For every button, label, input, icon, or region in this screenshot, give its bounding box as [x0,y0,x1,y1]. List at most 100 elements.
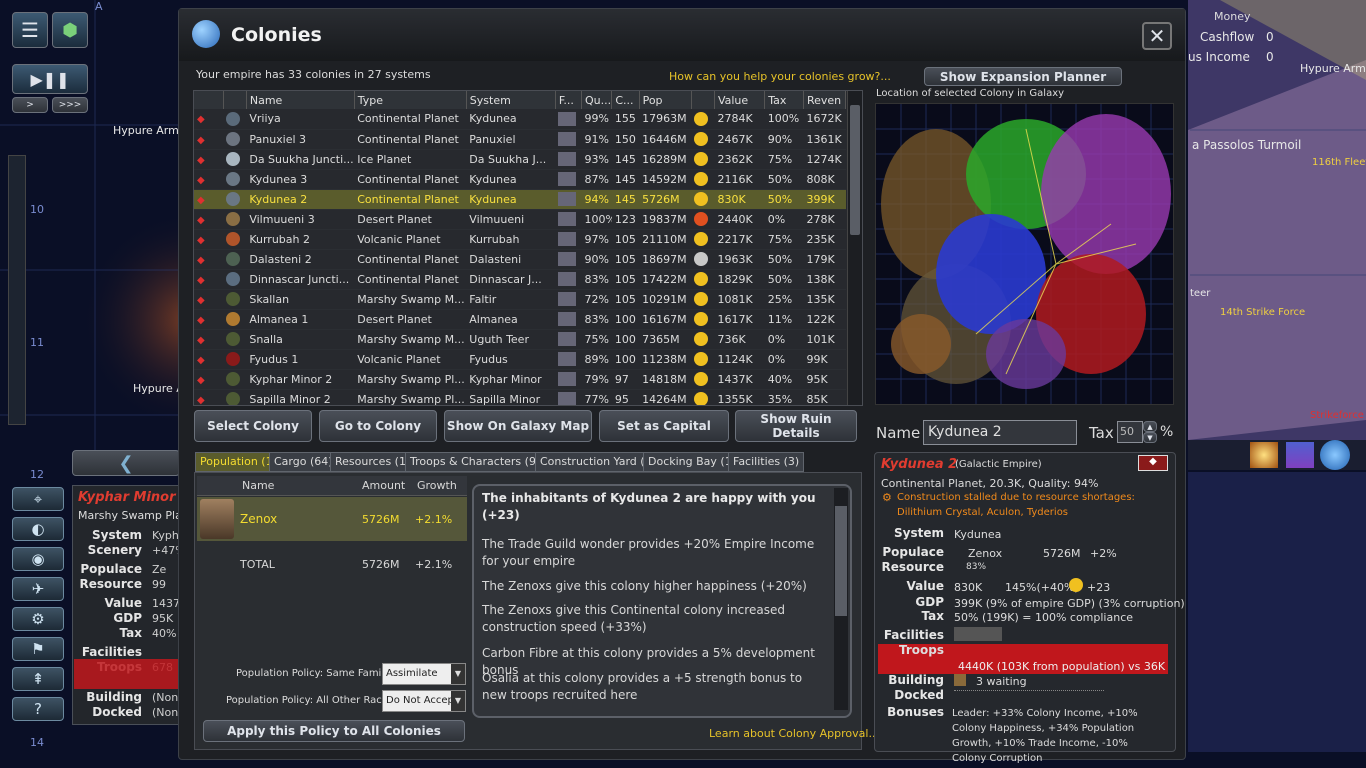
cell-system: Dinnascar J... [466,269,556,290]
column-header[interactable] [691,91,715,109]
help-icon[interactable]: ? [12,697,64,721]
table-row[interactable]: ◆ Da Suukha Juncti... Ice Planet Da Suukha … [194,149,846,170]
column-header[interactable]: Pop [639,91,692,109]
column-header[interactable]: Value [714,91,766,109]
eye-icon[interactable]: ◉ [12,547,64,571]
table-row[interactable]: ◆ Dalasteni 2 Continental Planet Dalasteni 9… [194,249,846,270]
action-button[interactable]: Show On Galaxy Map [444,410,592,442]
close-button[interactable]: ✕ [1142,22,1172,50]
column-header[interactable]: System [466,91,556,109]
cell-pop: 16446M [639,129,692,150]
chevron-down-icon[interactable]: ▼ [451,691,465,711]
nebula-icon[interactable] [1286,442,1314,468]
cell-system: Dalasteni [466,249,556,270]
column-header[interactable]: Tax [764,91,804,109]
facilities-icons[interactable] [954,627,1002,641]
resource-value[interactable]: 83% [966,562,986,572]
tab[interactable]: Resources (1) [330,452,416,472]
column-header[interactable]: Type [354,91,467,109]
tab[interactable]: Troops & Characters (97) [405,452,553,472]
map-label[interactable]: Hypure Arm [1300,62,1366,75]
tax-down-button[interactable]: ▼ [1143,432,1157,443]
mini-toolbar[interactable] [8,155,26,425]
map-label[interactable]: Hypure A [133,382,184,395]
map-label[interactable]: teer [1190,288,1210,299]
table-row[interactable]: ◆ Skallan Marshy Swamp M... Faltir 72% 105 102… [194,289,846,310]
action-button[interactable]: Show Ruin Details [735,410,857,442]
expansion-planner-button[interactable]: Show Expansion Planner [924,67,1122,86]
policy-same-select[interactable]: Assimilate ▼ [382,663,466,685]
troops-icon[interactable]: ⇞ [12,667,64,691]
happiness-scrollbar[interactable] [834,488,848,710]
learn-approval-link[interactable]: Learn about Colony Approval... [709,727,879,740]
action-button[interactable]: Go to Colony [319,410,437,442]
table-row[interactable]: ◆ Vriiya Continental Planet Kydunea 99% 155 17… [194,109,846,130]
docked-ships[interactable] [954,690,1104,700]
collapse-left-button[interactable]: ❮ [72,450,180,476]
galaxy-minimap[interactable] [875,103,1174,405]
play-pause-button[interactable]: ▶❚❚ [12,64,88,94]
table-row[interactable]: ◆ Dinnascar Juncti... Continental Planet Di… [194,269,846,290]
column-header[interactable] [223,91,247,109]
tab[interactable]: Cargo (64) [269,452,338,472]
table-row[interactable]: ◆ Snalla Marshy Swamp M... Uguth Teer 75% 100… [194,329,846,350]
empire-flag-icon: ◆ [194,289,224,310]
speed-fast-button[interactable]: >>> [52,97,88,113]
fleet-label[interactable]: 14th Strike Force [1220,307,1305,318]
table-row[interactable]: ◆ Kurrubah 2 Volcanic Planet Kurrubah 97% 105… [194,229,846,250]
colony-name-input[interactable]: Kydunea 2 [923,420,1077,445]
flag-icon[interactable]: ⚑ [12,637,64,661]
table-row[interactable]: ◆ Kydunea 2 Continental Planet Kydunea 94% 14… [194,189,846,210]
column-header[interactable]: Reven [803,91,847,109]
cell-system: Almanea [466,309,556,330]
colonies-table[interactable]: Name Type System F... Qu... C... Pop Value Tax Re… [193,90,863,406]
column-header[interactable]: F... [555,91,582,109]
table-row[interactable]: ◆ Vilmuueni 3Desert PlanetVilmuueni 100%12… [194,209,846,230]
map-label[interactable]: Hypure Arm [113,124,179,137]
map-label[interactable]: a Passolos Turmoil [1192,138,1301,152]
facility-icon [555,249,582,270]
cell-system: Vilmuueni [466,209,556,230]
table-row[interactable]: ◆ Sapilla Minor 2 Marshy Swamp Pl... Sapill… [194,389,846,405]
action-button[interactable]: Set as Capital [599,410,729,442]
tax-input[interactable]: 50 [1117,421,1143,443]
planet-icon[interactable]: ◐ [12,517,64,541]
table-scrollbar[interactable] [847,91,862,405]
action-button[interactable]: Select Colony [194,410,312,442]
chevron-down-icon[interactable]: ▼ [451,664,465,684]
table-row[interactable]: ◆ Fyudus 1 Volcanic Planet Fyudus 89% 100 1123… [194,349,846,370]
globe-icon[interactable] [1320,440,1350,470]
cell-value: 2440K [714,209,765,230]
star-icon[interactable] [1250,442,1278,468]
speed-slow-button[interactable]: > [12,97,48,113]
fleet-label[interactable]: Strikeforce [1310,410,1364,421]
menu-icon[interactable]: ☰ [12,12,48,48]
help-grow-link[interactable]: How can you help your colonies grow?... [669,70,891,83]
table-row[interactable]: ◆ Almanea 1 Desert Planet Almanea 83% 100 1616… [194,309,846,330]
cell-c: 105 [611,289,640,310]
scrollbar-thumb[interactable] [850,105,860,235]
table-row[interactable]: ◆ Panuxiel 3 Continental Planet Panuxiel 91%… [194,129,846,150]
tax-up-button[interactable]: ▲ [1143,421,1157,432]
target-icon[interactable]: ⌖ [12,487,64,511]
column-header[interactable] [194,91,224,109]
column-header[interactable]: Qu... [581,91,613,109]
tab[interactable]: Construction Yard (1) [535,452,661,472]
help-hex-icon[interactable]: ⬢ [52,12,88,48]
populace-value[interactable]: Zenox [968,547,1002,560]
column-header[interactable]: C... [611,91,640,109]
table-row[interactable]: ◆ Kydunea 3 Continental Planet Kydunea 87% 14… [194,169,846,190]
column-header[interactable]: Name [246,91,355,109]
scrollbar-thumb[interactable] [835,506,847,616]
policy-other-select[interactable]: Do Not Accept ▼ [382,690,466,712]
table-row[interactable]: ◆ Kyphar Minor 2 Marshy Swamp Pl... Kyphar … [194,369,846,390]
apply-policy-button[interactable]: Apply this Policy to All Colonies [203,720,465,742]
cell-pop: 7365M [639,329,692,350]
building-value[interactable]: 3 waiting [976,675,1027,688]
tab[interactable]: Facilities (3) [728,452,805,472]
system-value[interactable]: Kydunea [954,528,1001,541]
map-label[interactable]: 116th Fleet [1312,157,1366,168]
ship-icon[interactable]: ✈ [12,577,64,601]
gear-icon[interactable]: ⚙ [12,607,64,631]
warning-resources: Dilithium Crystal, Aculon, Tyderios [897,507,1069,518]
